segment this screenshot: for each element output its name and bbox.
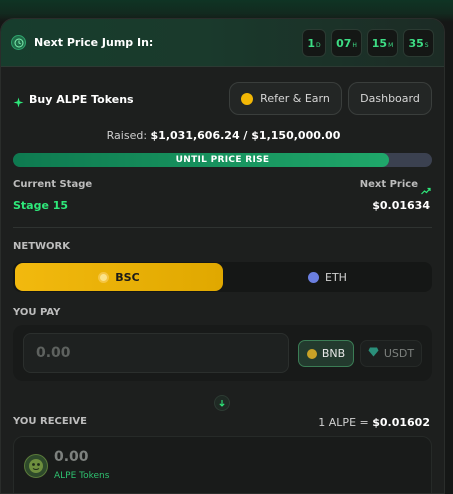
timer-days-value: 1 bbox=[307, 36, 316, 50]
receive-panel: 0.00 ALPE Tokens bbox=[13, 436, 432, 493]
bnb-icon bbox=[306, 348, 317, 359]
timer-hours-value: 07 bbox=[336, 36, 352, 50]
current-stage-label: Current Stage bbox=[13, 179, 93, 190]
currency-usdt-button[interactable]: USDT bbox=[360, 340, 422, 367]
dashboard-label: Dashboard bbox=[360, 92, 420, 105]
usdt-icon bbox=[368, 347, 379, 360]
arrow-down-icon bbox=[219, 400, 225, 407]
raised-prefix: Raised: bbox=[106, 129, 148, 142]
exchange-rate: 1 ALPE = $0.01602 bbox=[318, 416, 430, 429]
you-pay-label: YOU PAY bbox=[13, 307, 61, 318]
currency-bnb-label: BNB bbox=[321, 347, 346, 360]
price-jump-header: Next Price Jump In: 1D 07 H 15 M 35 S bbox=[1, 19, 444, 67]
timer-days: 1D bbox=[302, 29, 326, 57]
raised-summary: Raised: $1,031,606.24 / $1,150,000.00 bbox=[1, 129, 444, 142]
trend-up-icon bbox=[421, 180, 431, 199]
next-price-label: Next Price bbox=[359, 179, 418, 190]
network-option-bsc-label: BSC bbox=[115, 270, 140, 284]
rate-prefix: 1 ALPE = bbox=[318, 416, 369, 429]
eth-icon bbox=[308, 271, 320, 283]
raised-amount: $1,031,606.24 / $1,150,000.00 bbox=[150, 129, 341, 142]
timer-minutes: 15 M bbox=[367, 29, 398, 57]
alpe-token-icon bbox=[24, 454, 48, 478]
buy-title: Buy ALPE Tokens bbox=[29, 93, 134, 106]
timer-hours-unit: H bbox=[352, 41, 357, 49]
you-receive-label: YOU RECEIVE bbox=[13, 416, 87, 427]
network-label: NETWORK bbox=[13, 241, 71, 252]
pay-amount-input[interactable]: 0.00 bbox=[23, 333, 289, 373]
timer-seconds-unit: S bbox=[424, 41, 429, 49]
next-price-value: $0.01634 bbox=[372, 199, 430, 212]
timer-days-unit: D bbox=[316, 41, 321, 49]
dashboard-button[interactable]: Dashboard bbox=[348, 82, 432, 115]
raise-progress-bar: UNTIL PRICE RISE bbox=[13, 153, 432, 167]
buy-widget: Next Price Jump In: 1D 07 H 15 M 35 S Buy A… bbox=[0, 18, 445, 494]
receive-unit: ALPE Tokens bbox=[54, 471, 110, 481]
network-selector: BSC ETH bbox=[13, 262, 432, 292]
network-option-bsc[interactable]: BSC bbox=[15, 263, 223, 291]
timer-minutes-value: 15 bbox=[371, 36, 388, 50]
timer-seconds-value: 35 bbox=[408, 36, 424, 50]
price-jump-title: Next Price Jump In: bbox=[34, 36, 154, 49]
timer-minutes-unit: M bbox=[388, 41, 394, 49]
pay-panel: 0.00 BNB USDT bbox=[13, 325, 432, 381]
timer-hours: 07 H bbox=[331, 29, 362, 57]
section-divider bbox=[13, 227, 432, 228]
clock-icon bbox=[11, 35, 26, 50]
refer-earn-label: Refer & Earn bbox=[260, 92, 330, 105]
currency-bnb-button[interactable]: BNB bbox=[298, 340, 354, 367]
receive-amount: 0.00 bbox=[54, 449, 89, 465]
network-option-eth-label: ETH bbox=[325, 270, 347, 284]
raise-progress-label: UNTIL PRICE RISE bbox=[175, 155, 270, 165]
sparkle-icon bbox=[13, 93, 24, 112]
current-stage-value: Stage 15 bbox=[13, 199, 69, 212]
money-bag-icon bbox=[241, 92, 254, 105]
refer-earn-button[interactable]: Refer & Earn bbox=[229, 82, 342, 115]
network-option-eth[interactable]: ETH bbox=[225, 263, 430, 291]
timer-seconds: 35 S bbox=[403, 29, 434, 57]
rate-value: $0.01602 bbox=[372, 416, 430, 429]
swap-direction-button[interactable] bbox=[214, 395, 230, 411]
currency-usdt-label: USDT bbox=[383, 347, 415, 360]
bsc-icon bbox=[98, 271, 110, 283]
